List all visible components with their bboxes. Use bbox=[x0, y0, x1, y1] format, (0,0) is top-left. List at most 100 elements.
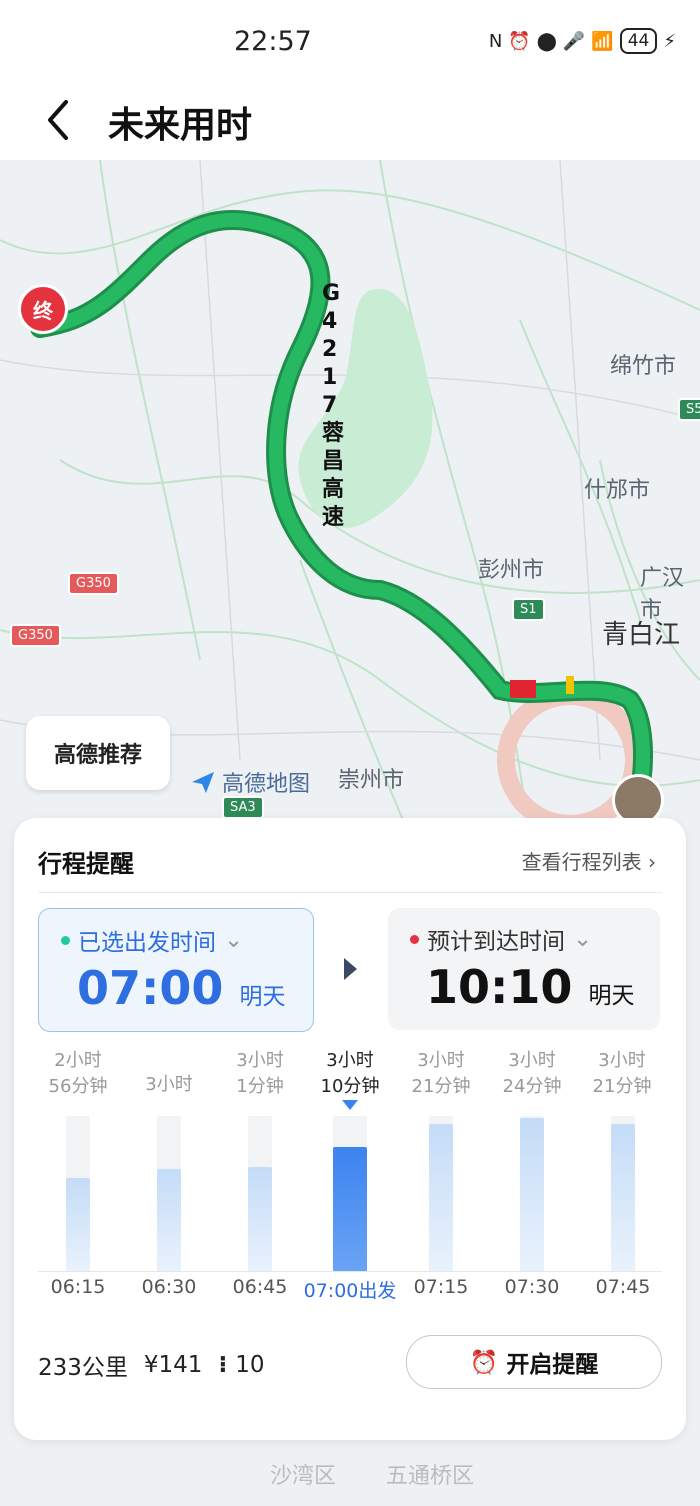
route-name-label: G4217蓉昌高速 bbox=[322, 281, 345, 530]
bar-fill bbox=[611, 1123, 635, 1272]
back-icon[interactable] bbox=[36, 96, 84, 144]
chart-baseline bbox=[38, 1271, 662, 1272]
recommend-label: 高德推荐 bbox=[53, 743, 142, 768]
arrival-time-card[interactable]: 预计到达时间 ⌄ 10:10 明天 bbox=[388, 908, 660, 1030]
distance: 233公里 bbox=[38, 1355, 128, 1381]
map-label-shifang: 什邡市 bbox=[584, 478, 651, 503]
duration-label: 3小时 21分钟 bbox=[579, 1046, 665, 1098]
traffic-light-count: 10 bbox=[235, 1352, 265, 1378]
map-label-mianzhu: 绵竹市 bbox=[610, 354, 677, 379]
map-label-shawan: 沙湾区 bbox=[270, 1464, 337, 1489]
bar-fill bbox=[66, 1178, 90, 1272]
duration-label: 3小时 1分钟 bbox=[217, 1046, 303, 1098]
header: 未来用时 bbox=[0, 82, 700, 160]
enable-reminder-label: 开启提醒 bbox=[506, 1352, 599, 1378]
bar-fill bbox=[333, 1147, 367, 1272]
mic-icon: 🎤 bbox=[562, 30, 586, 52]
enable-reminder-button[interactable]: ⏰ 开启提醒 bbox=[406, 1335, 662, 1389]
duration-line2: 1分钟 bbox=[236, 1076, 284, 1097]
recommend-button[interactable]: 高德推荐 bbox=[26, 716, 170, 790]
bar-fill bbox=[429, 1123, 453, 1272]
duration-bar[interactable] bbox=[611, 1116, 635, 1272]
duration-line1: 2小时 bbox=[54, 1050, 102, 1071]
selected-marker-icon bbox=[342, 1100, 358, 1110]
charging-icon: ⚡ bbox=[663, 30, 676, 52]
amap-arrow-icon bbox=[192, 772, 214, 793]
view-trip-list-label: 查看行程列表 bbox=[521, 850, 642, 874]
departure-label: 已选出发时间 bbox=[78, 930, 216, 956]
nfc-icon: N bbox=[488, 30, 503, 52]
road-badge: G350 bbox=[68, 572, 119, 595]
arrival-label-row: 预计到达时间 ⌄ bbox=[410, 922, 592, 956]
duration-label-selected: 3小时 10分钟 bbox=[307, 1046, 393, 1098]
duration-bar[interactable] bbox=[248, 1116, 272, 1272]
arrival-day: 明天 bbox=[588, 983, 635, 1009]
trip-summary: 233公里 ¥141 ⁝ 10 bbox=[38, 1348, 264, 1382]
duration-line1: 3小时 bbox=[326, 1050, 374, 1071]
panel-title: 行程提醒 bbox=[38, 850, 134, 878]
status-dot bbox=[410, 934, 419, 944]
arrival-label: 预计到达时间 bbox=[427, 929, 565, 955]
map-label-pengzhou: 彭州市 bbox=[478, 558, 545, 583]
page-title: 未来用时 bbox=[108, 105, 253, 146]
duration-line2: 10分钟 bbox=[320, 1076, 380, 1097]
location-icon: ⬤ bbox=[536, 30, 557, 52]
departure-time-value: 07:00 bbox=[77, 961, 224, 1015]
duration-bar[interactable] bbox=[429, 1116, 453, 1272]
bar-fill bbox=[157, 1169, 181, 1272]
duration-line2: 21分钟 bbox=[411, 1076, 471, 1097]
end-marker-label: 终 bbox=[33, 298, 53, 323]
road-badge: S5 bbox=[678, 398, 700, 421]
status-icons: N ⏰ ⬤ 🎤 📶 44 ⚡ bbox=[489, 28, 676, 54]
status-time: 22:57 bbox=[234, 26, 312, 57]
road-badge: SA3 bbox=[222, 796, 264, 819]
time-label: 07:45 bbox=[595, 1276, 651, 1298]
road-badge: S1 bbox=[512, 598, 545, 621]
end-marker[interactable]: 终 bbox=[18, 284, 68, 334]
duration-line2: 56分钟 bbox=[48, 1076, 108, 1097]
arrow-right-icon bbox=[344, 958, 357, 980]
status-dot bbox=[61, 935, 70, 945]
bar-fill bbox=[248, 1167, 272, 1272]
duration-label: 3小时 bbox=[126, 1046, 212, 1096]
map-label-chongzhou: 崇州市 bbox=[338, 768, 405, 793]
duration-line1: 3小时 bbox=[598, 1050, 646, 1071]
alarm-clock-icon: ⏰ bbox=[469, 1349, 499, 1376]
view-trip-list-link[interactable]: 查看行程列表 › bbox=[522, 846, 656, 875]
duration-label: 3小时 24分钟 bbox=[489, 1046, 575, 1098]
duration-bar-selected[interactable] bbox=[333, 1116, 367, 1272]
arrival-time: 10:10 明天 bbox=[426, 960, 634, 1014]
chevron-right-icon: › bbox=[648, 850, 656, 874]
map-label-wutongqiao: 五通桥区 bbox=[386, 1464, 475, 1489]
duration-label: 2小时 56分钟 bbox=[35, 1046, 121, 1098]
amap-brand-text: 高德地图 bbox=[222, 772, 311, 797]
amap-logo: 高德地图 bbox=[190, 766, 310, 798]
map-label-qingbaijiang: 青白江 bbox=[602, 620, 681, 650]
battery-icon: 44 bbox=[619, 28, 658, 54]
chevron-down-icon: ⌄ bbox=[224, 927, 244, 953]
departure-time-card[interactable]: 已选出发时间 ⌄ 07:00 明天 bbox=[38, 908, 314, 1032]
duration-line2: 21分钟 bbox=[592, 1076, 652, 1097]
duration-label: 3小时 21分钟 bbox=[398, 1046, 484, 1098]
chevron-down-icon: ⌄ bbox=[573, 926, 593, 952]
departure-day: 明天 bbox=[239, 984, 286, 1010]
wifi-icon: 📶 bbox=[591, 30, 614, 52]
duration-bar[interactable] bbox=[66, 1116, 90, 1272]
duration-bar[interactable] bbox=[520, 1116, 544, 1272]
bar-fill bbox=[520, 1117, 544, 1272]
duration-bar[interactable] bbox=[157, 1116, 181, 1272]
duration-line1: 3小时 bbox=[508, 1050, 556, 1071]
status-bar: 22:57 N ⏰ ⬤ 🎤 📶 44 ⚡ bbox=[0, 0, 700, 82]
arrival-time-value: 10:10 bbox=[426, 960, 573, 1014]
traffic-light-icon: ⁝ bbox=[218, 1352, 228, 1378]
departure-time: 07:00 明天 bbox=[77, 961, 285, 1015]
alarm-icon: ⏰ bbox=[508, 30, 531, 52]
duration-line1: 3小时 bbox=[145, 1074, 193, 1095]
cost: ¥141 bbox=[143, 1352, 203, 1378]
road-badge: G350 bbox=[10, 624, 61, 647]
trip-reminder-panel: 行程提醒 查看行程列表 › 已选出发时间 ⌄ 07:00 明天 预计到达时间 ⌄ … bbox=[14, 818, 686, 1440]
duration-line2: 24分钟 bbox=[502, 1076, 562, 1097]
duration-line1: 3小时 bbox=[236, 1050, 284, 1071]
departure-label-row: 已选出发时间 ⌄ bbox=[61, 923, 243, 957]
divider bbox=[38, 892, 662, 893]
